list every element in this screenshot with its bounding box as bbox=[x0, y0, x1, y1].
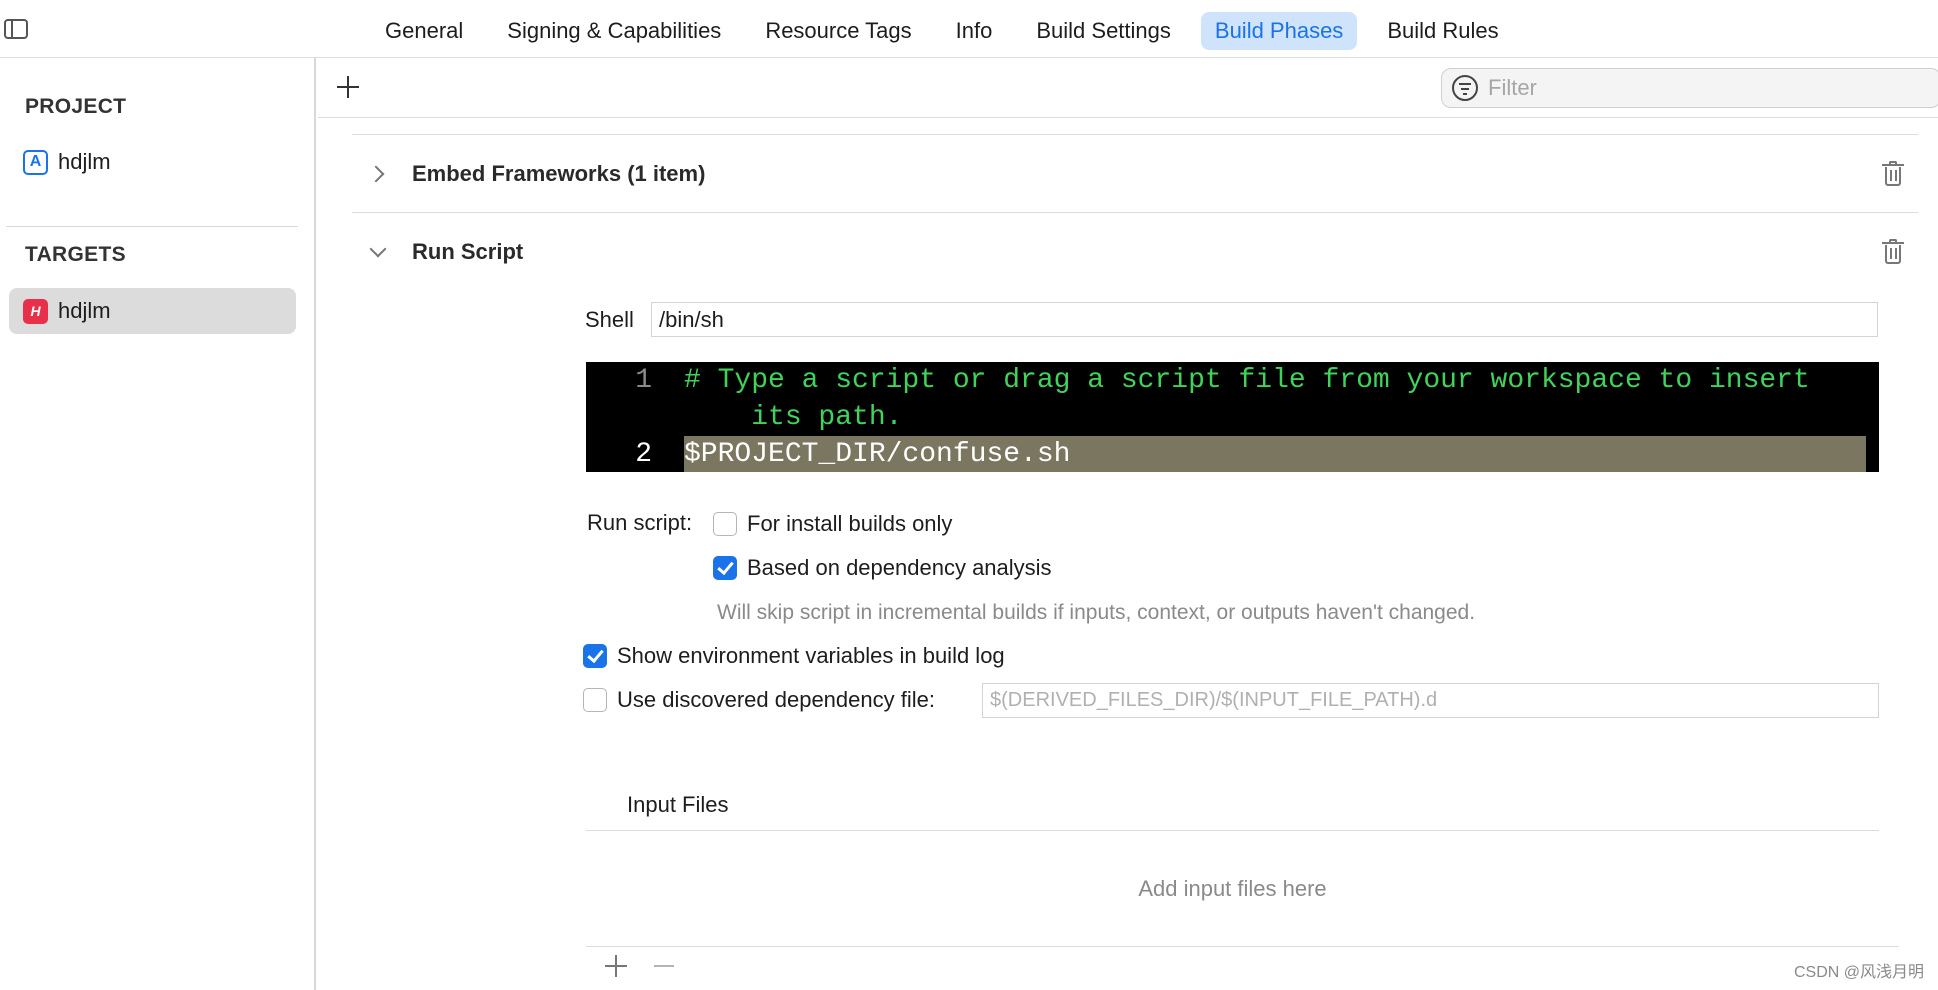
dependency-analysis-hint: Will skip script in incremental builds i… bbox=[717, 601, 1476, 624]
discovered-dep-file-checkbox[interactable] bbox=[583, 688, 607, 712]
run-script-title[interactable]: Run Script bbox=[412, 239, 523, 265]
chevron-right-icon[interactable] bbox=[366, 162, 390, 186]
tab-signing-capabilities[interactable]: Signing & Capabilities bbox=[493, 12, 735, 50]
project-navigator-sidebar: PROJECT A hdjlm TARGETS H hdjlm bbox=[0, 58, 316, 990]
input-files-heading: Input Files bbox=[627, 792, 729, 817]
sidebar-item-target[interactable]: H hdjlm bbox=[9, 288, 296, 334]
app-target-icon: H bbox=[23, 298, 48, 324]
divider bbox=[586, 946, 1899, 947]
show-env-vars-checkbox[interactable] bbox=[583, 644, 607, 668]
top-tab-bar: General Signing & Capabilities Resource … bbox=[0, 0, 1938, 58]
show-env-vars-option[interactable]: Show environment variables in build log bbox=[583, 643, 1005, 669]
filter-icon bbox=[1452, 75, 1478, 101]
shell-label: Shell bbox=[585, 307, 634, 332]
watermark: CSDN @风浅月明 bbox=[1793, 964, 1924, 981]
show-env-vars-label[interactable]: Show environment variables in build log bbox=[617, 643, 1005, 669]
divider bbox=[352, 212, 1918, 213]
sidebar-toggle-icon[interactable] bbox=[4, 19, 28, 39]
run-script-options-label: Run script: bbox=[587, 510, 693, 535]
dependency-analysis-checkbox[interactable] bbox=[713, 556, 737, 580]
filter-field[interactable] bbox=[1441, 68, 1938, 108]
trash-icon[interactable] bbox=[1882, 239, 1904, 265]
chevron-down-icon[interactable] bbox=[366, 240, 390, 264]
build-phases-toolbar bbox=[318, 58, 1938, 118]
sidebar-item-label: hdjlm bbox=[58, 149, 111, 174]
line-number: 2 bbox=[635, 439, 652, 470]
run-script-phase: Run Script bbox=[352, 217, 1912, 287]
tab-build-phases[interactable]: Build Phases bbox=[1200, 12, 1358, 50]
sidebar-divider bbox=[6, 226, 298, 227]
embed-frameworks-phase: Embed Frameworks (1 item) bbox=[352, 139, 1912, 209]
code-line: # Type a script or drag a script file fr… bbox=[684, 365, 1810, 396]
tab-resource-tags[interactable]: Resource Tags bbox=[751, 12, 925, 50]
trash-icon[interactable] bbox=[1882, 161, 1904, 187]
embed-frameworks-title[interactable]: Embed Frameworks (1 item) bbox=[412, 161, 705, 187]
add-input-file-button[interactable] bbox=[603, 953, 629, 979]
remove-input-file-button[interactable] bbox=[652, 953, 676, 979]
install-builds-only-option[interactable]: For install builds only bbox=[713, 511, 952, 537]
sidebar-item-project[interactable]: A hdjlm bbox=[9, 139, 296, 185]
discovered-dep-file-option[interactable]: Use discovered dependency file: bbox=[583, 687, 935, 713]
tab-general[interactable]: General bbox=[371, 12, 477, 50]
project-section-heading: PROJECT bbox=[25, 95, 127, 118]
line-number: 1 bbox=[635, 365, 652, 396]
run-script-options-label-row: Run script: bbox=[587, 510, 692, 536]
sidebar-item-label: hdjlm bbox=[58, 298, 111, 323]
tab-build-rules[interactable]: Build Rules bbox=[1373, 12, 1512, 50]
add-build-phase-button[interactable] bbox=[332, 72, 364, 104]
tab-info[interactable]: Info bbox=[942, 12, 1007, 50]
discovered-dep-file-label[interactable]: Use discovered dependency file: bbox=[617, 687, 935, 713]
filter-input[interactable] bbox=[1488, 75, 1888, 101]
dependency-file-field[interactable] bbox=[982, 683, 1879, 718]
install-builds-only-checkbox[interactable] bbox=[713, 512, 737, 536]
dependency-analysis-label[interactable]: Based on dependency analysis bbox=[747, 555, 1052, 581]
tab-build-settings[interactable]: Build Settings bbox=[1022, 12, 1185, 50]
divider bbox=[586, 830, 1879, 831]
dependency-analysis-option[interactable]: Based on dependency analysis bbox=[713, 555, 1052, 581]
add-input-files-hint: Add input files here bbox=[1138, 876, 1327, 901]
code-line-current: $PROJECT_DIR/confuse.sh bbox=[684, 436, 1866, 472]
xcode-project-icon: A bbox=[23, 149, 48, 175]
divider bbox=[352, 134, 1918, 135]
code-line: its path. bbox=[684, 402, 903, 433]
script-editor[interactable]: 1 # Type a script or drag a script file … bbox=[586, 362, 1879, 472]
shell-field[interactable] bbox=[651, 302, 1878, 337]
targets-section-heading: TARGETS bbox=[25, 243, 126, 266]
install-builds-only-label[interactable]: For install builds only bbox=[747, 511, 952, 537]
editor-tabs: General Signing & Capabilities Resource … bbox=[371, 11, 1529, 51]
